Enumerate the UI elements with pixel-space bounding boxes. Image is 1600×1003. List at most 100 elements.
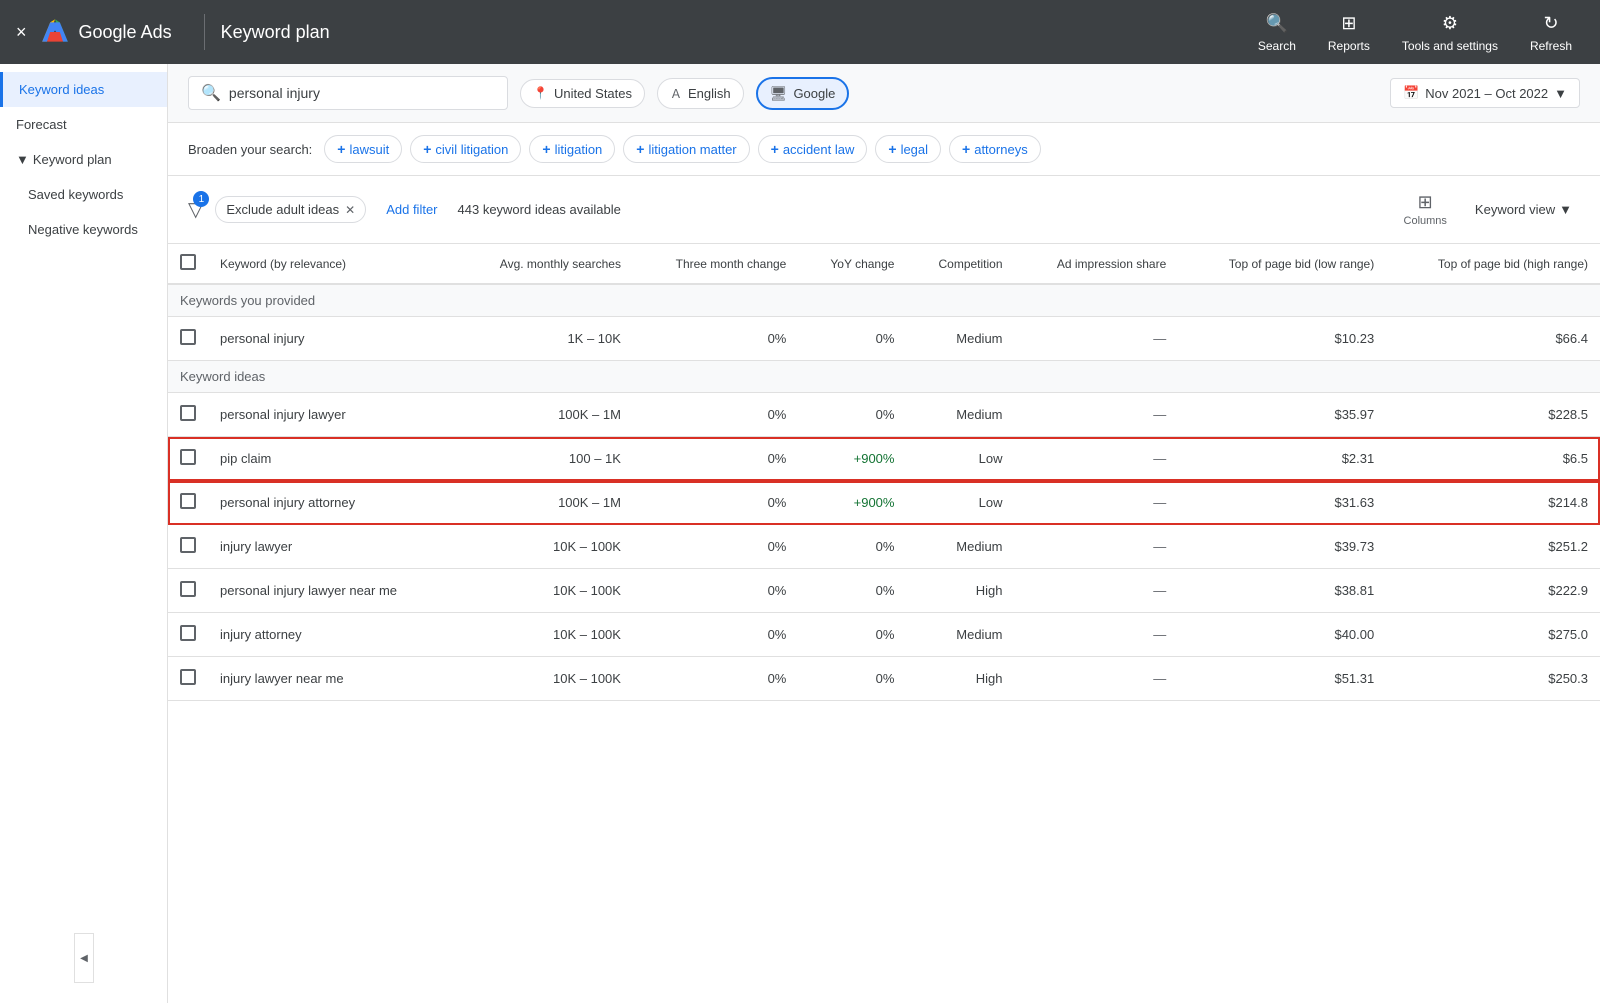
keyword-search-input[interactable] [229, 85, 495, 101]
sidebar-item-keyword-plan[interactable]: ▼ Keyword plan [0, 142, 167, 177]
avg-monthly-cell: 100K – 1M [455, 393, 633, 437]
row-checkbox[interactable] [180, 405, 196, 421]
col-checkbox [168, 244, 208, 284]
top-page-low-cell: $31.63 [1178, 481, 1386, 525]
col-avg-monthly[interactable]: Avg. monthly searches [455, 244, 633, 284]
view-dropdown[interactable]: Keyword view ▼ [1467, 197, 1580, 222]
col-top-page-high[interactable]: Top of page bid (high range) [1386, 244, 1600, 284]
app-logo: Google Ads [39, 16, 172, 48]
competition-cell: High [906, 657, 1014, 701]
col-keyword[interactable]: Keyword (by relevance) [208, 244, 455, 284]
table-row: pip claim100 – 1K0%+900%Low—$2.31$6.5 [168, 437, 1600, 481]
col-top-page-low[interactable]: Top of page bid (low range) [1178, 244, 1386, 284]
avg-monthly-cell: 10K – 100K [455, 657, 633, 701]
keyword-search-box[interactable]: 🔍 [188, 76, 508, 110]
table-row: personal injury1K – 10K0%0%Medium—$10.23… [168, 317, 1600, 361]
exclude-adult-chip[interactable]: Exclude adult ideas ✕ [215, 196, 366, 223]
ad-impression-cell: — [1015, 393, 1179, 437]
plus-icon: + [962, 141, 970, 157]
broaden-chip-litigation-matter[interactable]: + litigation matter [623, 135, 749, 163]
select-all-checkbox[interactable] [180, 254, 196, 270]
date-range-picker[interactable]: 📅 Nov 2021 – Oct 2022 ▼ [1390, 78, 1580, 108]
search-action[interactable]: 🔍 Search [1246, 7, 1308, 57]
row-checkbox[interactable] [168, 317, 208, 361]
filter-bar: 🔍 📍 United States Ａ English 🖥 Google 📅 N… [168, 64, 1600, 123]
row-checkbox[interactable] [168, 437, 208, 481]
keyword-table: Keyword (by relevance) Avg. monthly sear… [168, 244, 1600, 701]
broaden-chip-civil-litigation[interactable]: + civil litigation [410, 135, 521, 163]
row-checkbox[interactable] [168, 481, 208, 525]
top-page-high-cell: $222.9 [1386, 569, 1600, 613]
yoy-cell: 0% [798, 613, 906, 657]
keyword-cell: pip claim [208, 437, 455, 481]
row-checkbox[interactable] [180, 669, 196, 685]
main-layout: Keyword ideas Forecast ▼ Keyword plan Sa… [0, 64, 1600, 1003]
table-header-row: Keyword (by relevance) Avg. monthly sear… [168, 244, 1600, 284]
broaden-chip-lawsuit[interactable]: + lawsuit [324, 135, 402, 163]
row-checkbox[interactable] [168, 657, 208, 701]
sidebar-item-forecast[interactable]: Forecast [0, 107, 167, 142]
add-filter-button[interactable]: Add filter [378, 197, 445, 222]
broaden-chip-legal[interactable]: + legal [875, 135, 941, 163]
col-competition[interactable]: Competition [906, 244, 1014, 284]
broaden-chip-label: legal [901, 142, 928, 157]
col-yoy[interactable]: YoY change [798, 244, 906, 284]
page-title: Keyword plan [221, 22, 1246, 43]
section-header-ideas: Keyword ideas [168, 361, 1600, 393]
broaden-chip-accident-law[interactable]: + accident law [758, 135, 868, 163]
top-page-high-cell: $275.0 [1386, 613, 1600, 657]
competition-cell: Medium [906, 525, 1014, 569]
row-checkbox[interactable] [168, 569, 208, 613]
calendar-icon: 📅 [1403, 85, 1419, 101]
exclude-close-icon[interactable]: ✕ [345, 203, 355, 217]
date-dropdown-icon: ▼ [1554, 86, 1567, 101]
row-checkbox[interactable] [180, 449, 196, 465]
keyword-count-label: 443 keyword ideas available [458, 202, 621, 217]
top-page-low-cell: $2.31 [1178, 437, 1386, 481]
sidebar-label-keyword-ideas: Keyword ideas [19, 82, 104, 97]
sidebar-scroll-arrow[interactable]: ◀ [74, 933, 94, 983]
top-page-low-cell: $35.97 [1178, 393, 1386, 437]
view-dropdown-chevron: ▼ [1559, 202, 1572, 217]
row-checkbox[interactable] [180, 625, 196, 641]
filter-icon-button[interactable]: ▽ 1 [188, 197, 203, 222]
row-checkbox[interactable] [168, 525, 208, 569]
plus-icon: + [542, 141, 550, 157]
plus-icon: + [771, 141, 779, 157]
columns-button[interactable]: ⊞ Columns [1396, 188, 1455, 231]
col-three-month[interactable]: Three month change [633, 244, 798, 284]
row-checkbox[interactable] [168, 613, 208, 657]
language-value: English [688, 86, 731, 101]
row-checkbox[interactable] [168, 393, 208, 437]
refresh-action[interactable]: ↻ Refresh [1518, 7, 1584, 57]
competition-cell: Medium [906, 393, 1014, 437]
avg-monthly-cell: 10K – 100K [455, 569, 633, 613]
avg-monthly-cell: 100 – 1K [455, 437, 633, 481]
sidebar-item-keyword-ideas[interactable]: Keyword ideas [0, 72, 167, 107]
exclude-chip-label: Exclude adult ideas [226, 202, 339, 217]
language-filter[interactable]: Ａ English [657, 78, 744, 109]
broaden-chip-litigation[interactable]: + litigation [529, 135, 615, 163]
row-checkbox[interactable] [180, 329, 196, 345]
tools-action[interactable]: ⚙ Tools and settings [1390, 7, 1510, 57]
broaden-chip-label: attorneys [974, 142, 1027, 157]
row-checkbox[interactable] [180, 537, 196, 553]
network-filter[interactable]: 🖥 Google [756, 77, 850, 110]
row-checkbox[interactable] [180, 581, 196, 597]
top-page-high-cell: $214.8 [1386, 481, 1600, 525]
avg-monthly-cell: 10K – 100K [455, 525, 633, 569]
sidebar-item-negative-keywords[interactable]: Negative keywords [0, 212, 167, 247]
reports-action[interactable]: ⊞ Reports [1316, 7, 1382, 57]
broaden-chip-attorneys[interactable]: + attorneys [949, 135, 1041, 163]
location-filter[interactable]: 📍 United States [520, 79, 645, 108]
filter-badge: 1 [193, 191, 209, 207]
sidebar-item-saved-keywords[interactable]: Saved keywords [0, 177, 167, 212]
table-toolbar: ▽ 1 Exclude adult ideas ✕ Add filter 443… [168, 176, 1600, 244]
table-row: injury attorney10K – 100K0%0%Medium—$40.… [168, 613, 1600, 657]
ad-impression-cell: — [1015, 569, 1179, 613]
col-ad-impression[interactable]: Ad impression share [1015, 244, 1179, 284]
refresh-icon: ↻ [1539, 11, 1563, 35]
close-button[interactable]: × [16, 22, 27, 43]
row-checkbox[interactable] [180, 493, 196, 509]
broaden-label: Broaden your search: [188, 142, 312, 157]
